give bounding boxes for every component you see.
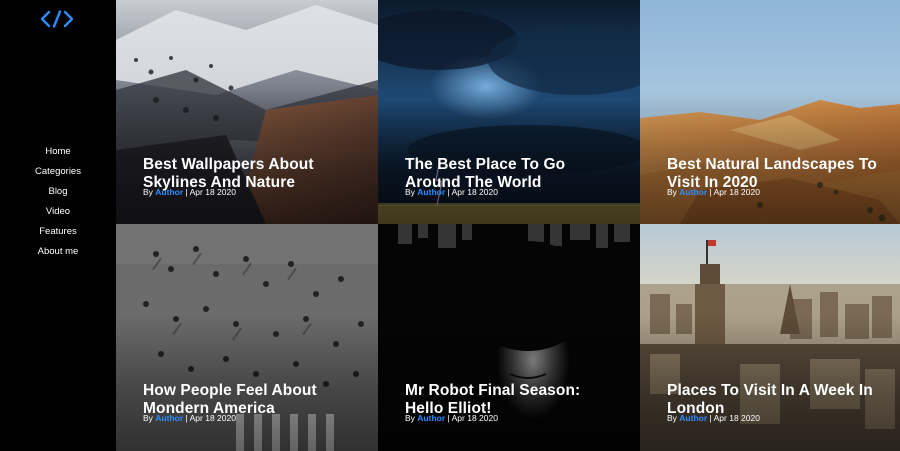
post-date: | Apr 18 2020: [709, 187, 760, 197]
post-author-link[interactable]: Author: [417, 413, 445, 423]
post-author-link[interactable]: Author: [679, 187, 707, 197]
post-by-label: By: [143, 187, 153, 197]
nav-item-features[interactable]: Features: [0, 222, 116, 242]
post-meta: By Author | Apr 18 2020: [667, 187, 760, 197]
main-nav: Home Categories Blog Video Features Abou…: [0, 142, 116, 262]
nav-item-categories[interactable]: Categories: [0, 162, 116, 182]
post-grid: Best Wallpapers About Skylines And Natur…: [116, 0, 900, 451]
post-author-link[interactable]: Author: [155, 413, 183, 423]
post-card[interactable]: How People Feel About Mondern America By…: [116, 224, 378, 451]
post-card[interactable]: Best Wallpapers About Skylines And Natur…: [116, 0, 378, 224]
post-meta: By Author | Apr 18 2020: [667, 413, 760, 423]
post-card[interactable]: The Best Place To Go Around The World By…: [378, 0, 640, 224]
post-date: | Apr 18 2020: [447, 413, 498, 423]
nav-item-about-me[interactable]: About me: [0, 242, 116, 262]
nav-item-home[interactable]: Home: [0, 142, 116, 162]
page: Home Categories Blog Video Features Abou…: [0, 0, 900, 451]
post-author-link[interactable]: Author: [417, 187, 445, 197]
post-author-link[interactable]: Author: [679, 413, 707, 423]
post-by-label: By: [667, 413, 677, 423]
nav-item-blog[interactable]: Blog: [0, 182, 116, 202]
post-date: | Apr 18 2020: [185, 413, 236, 423]
post-meta: By Author | Apr 18 2020: [143, 413, 236, 423]
post-by-label: By: [405, 413, 415, 423]
post-meta: By Author | Apr 18 2020: [143, 187, 236, 197]
post-author-link[interactable]: Author: [155, 187, 183, 197]
post-by-label: By: [405, 187, 415, 197]
post-card[interactable]: Places To Visit In A Week In London By A…: [640, 224, 900, 451]
post-by-label: By: [667, 187, 677, 197]
post-date: | Apr 18 2020: [709, 413, 760, 423]
post-date: | Apr 18 2020: [185, 187, 236, 197]
post-meta: By Author | Apr 18 2020: [405, 187, 498, 197]
post-card[interactable]: Best Natural Landscapes To Visit In 2020…: [640, 0, 900, 224]
post-card[interactable]: Mr Robot Final Season: Hello Elliot! By …: [378, 224, 640, 451]
post-meta: By Author | Apr 18 2020: [405, 413, 498, 423]
post-by-label: By: [143, 413, 153, 423]
code-brackets-icon[interactable]: [40, 10, 74, 28]
nav-item-video[interactable]: Video: [0, 202, 116, 222]
sidebar: Home Categories Blog Video Features Abou…: [0, 0, 116, 451]
post-date: | Apr 18 2020: [447, 187, 498, 197]
